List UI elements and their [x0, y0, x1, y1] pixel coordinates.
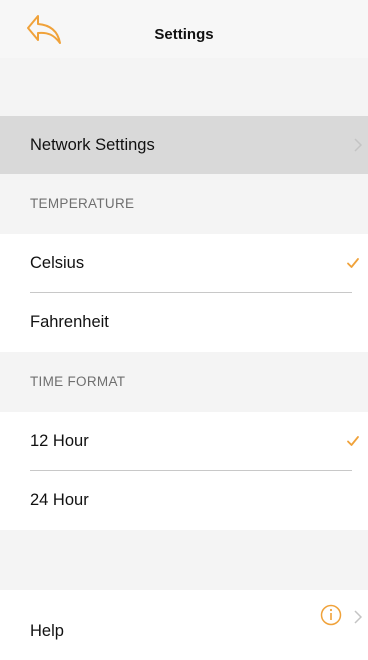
option-fahrenheit[interactable]: Fahrenheit: [0, 293, 368, 351]
option-label: Celsius: [30, 254, 85, 272]
info-icon: [320, 604, 342, 626]
navigation-bar: Settings: [0, 0, 368, 58]
section-header-temperature: TEMPERATURE: [0, 174, 368, 234]
chevron-right-icon: [354, 138, 362, 152]
checkmark-icon: [347, 258, 359, 268]
help-row[interactable]: Help: [0, 590, 368, 648]
network-settings-row[interactable]: Network Settings: [0, 116, 368, 174]
option-label: 24 Hour: [30, 491, 89, 509]
section-spacer: [0, 58, 368, 116]
chevron-right-icon: [354, 610, 362, 624]
section-header-label: TEMPERATURE: [30, 196, 135, 211]
network-settings-label: Network Settings: [30, 136, 155, 154]
section-header-time-format: TIME FORMAT: [0, 352, 368, 412]
option-label: Fahrenheit: [30, 313, 109, 331]
section-header-label: TIME FORMAT: [30, 374, 126, 389]
option-label: 12 Hour: [30, 432, 89, 450]
page-title: Settings: [154, 26, 214, 43]
section-spacer: [0, 530, 368, 590]
option-12-hour[interactable]: 12 Hour: [0, 412, 368, 470]
help-label: Help: [30, 622, 64, 640]
checkmark-icon: [347, 436, 359, 446]
option-24-hour[interactable]: 24 Hour: [0, 471, 368, 529]
option-celsius[interactable]: Celsius: [0, 234, 368, 292]
